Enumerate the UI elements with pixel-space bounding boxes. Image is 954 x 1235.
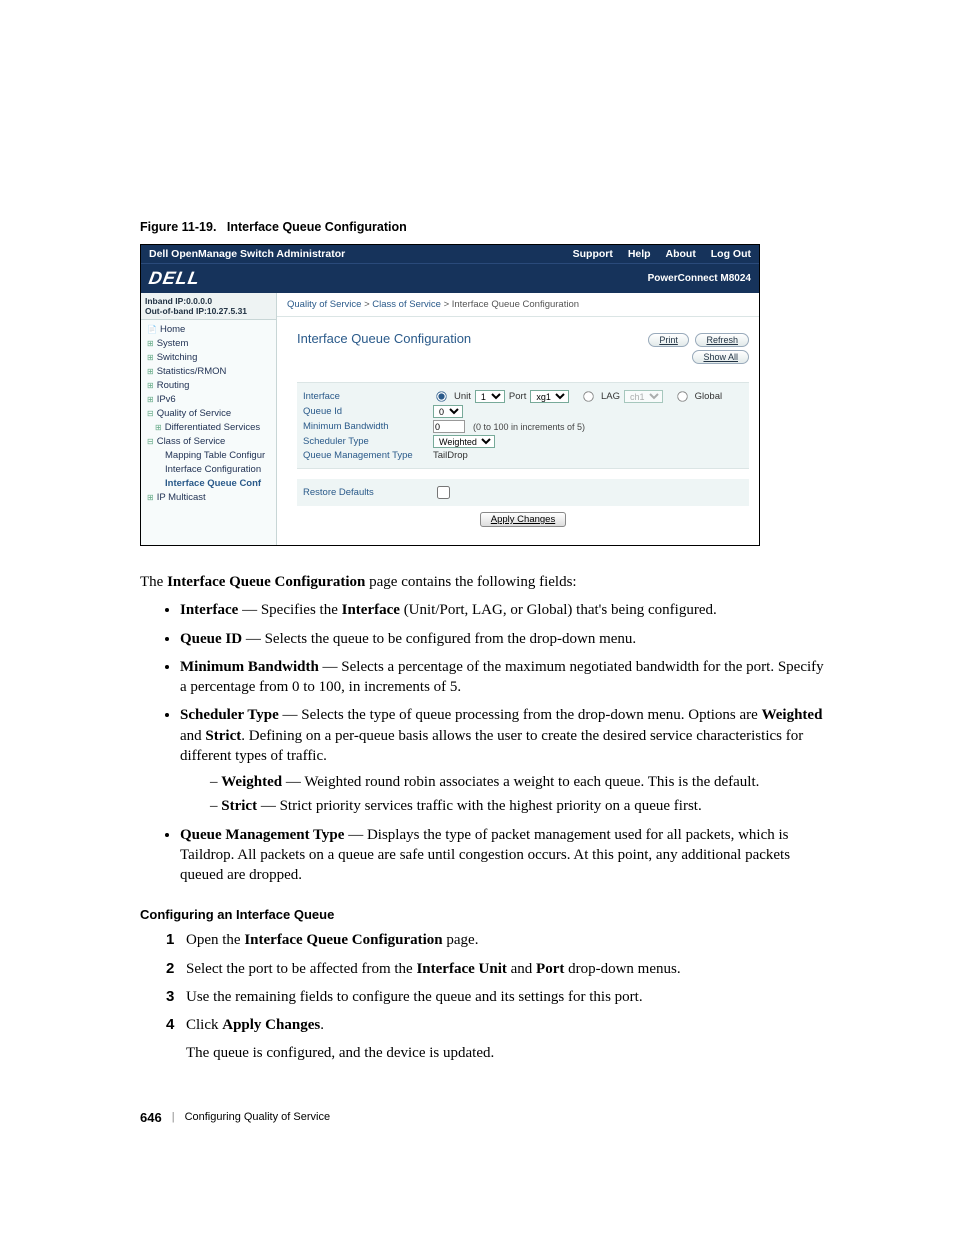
nav-stats[interactable]: Statistics/RMON <box>143 364 276 378</box>
step-2: Select the port to be affected from the … <box>166 959 834 979</box>
value-qmt: TailDrop <box>433 450 468 461</box>
page-number: 646 <box>140 1110 162 1125</box>
radio-lag[interactable] <box>583 391 593 401</box>
select-port[interactable]: xg1 <box>530 390 569 403</box>
nav-intf-queue[interactable]: Interface Queue Conf <box>143 476 276 490</box>
outofband-ip: Out-of-band IP:10.27.5.31 <box>145 306 272 316</box>
link-support[interactable]: Support <box>573 248 613 260</box>
step-4: Click Apply Changes. The queue is config… <box>166 1015 834 1064</box>
link-help[interactable]: Help <box>628 248 651 260</box>
product-name: PowerConnect M8024 <box>648 273 751 284</box>
print-button[interactable]: Print <box>648 333 689 347</box>
crumb-sep: > <box>444 299 452 310</box>
bullet-queueid: Queue ID — Selects the queue to be confi… <box>180 629 834 649</box>
select-lag[interactable]: ch1 <box>624 390 663 403</box>
nav-qos[interactable]: Quality of Service <box>143 406 276 420</box>
header-links: Support Help About Log Out <box>561 248 751 260</box>
dell-logo: DELL <box>149 268 200 289</box>
figure-caption: Figure 11-19. Interface Queue Configurat… <box>140 220 834 234</box>
bullet-weighted: Weighted — Weighted round robin associat… <box>210 772 834 792</box>
section-heading: Configuring an Interface Queue <box>140 907 834 922</box>
bullet-interface: Interface — Specifies the Interface (Uni… <box>180 600 834 620</box>
nav-cos[interactable]: Class of Service <box>143 434 276 448</box>
footer-title: Configuring Quality of Service <box>185 1111 331 1123</box>
panel-title: Interface Queue Configuration <box>297 331 471 346</box>
footer-sep: | <box>172 1111 175 1123</box>
nav-routing[interactable]: Routing <box>143 378 276 392</box>
bullet-qmt: Queue Management Type — Displays the typ… <box>180 825 834 886</box>
step-4-note: The queue is configured, and the device … <box>186 1043 834 1063</box>
page-footer: 646 | Configuring Quality of Service <box>140 1110 834 1125</box>
body-text: The Interface Queue Configuration page c… <box>140 572 834 1064</box>
form-area: Interface Unit 1 Port xg1 LAG ch1 <box>297 382 749 469</box>
link-logout[interactable]: Log Out <box>711 248 751 260</box>
nav-tree: Inband IP:0.0.0.0 Out-of-band IP:10.27.5… <box>141 293 277 545</box>
nav-intf-config[interactable]: Interface Configuration <box>143 462 276 476</box>
step-3: Use the remaining fields to configure th… <box>166 987 834 1007</box>
label-qmt: Queue Management Type <box>303 450 433 461</box>
step-1: Open the Interface Queue Configuration p… <box>166 930 834 950</box>
radio-global[interactable] <box>677 391 687 401</box>
label-unit: Unit <box>454 391 471 402</box>
label-minbw: Minimum Bandwidth <box>303 421 433 432</box>
label-lag: LAG <box>601 391 620 402</box>
ip-box: Inband IP:0.0.0.0 Out-of-band IP:10.27.5… <box>141 293 276 320</box>
bullet-sched: Scheduler Type — Selects the type of que… <box>180 705 834 816</box>
label-restore: Restore Defaults <box>303 487 433 498</box>
label-interface: Interface <box>303 391 433 402</box>
figure-label: Figure 11-19. <box>140 220 216 234</box>
nav-home[interactable]: Home <box>143 322 276 336</box>
select-queueid[interactable]: 0 <box>433 405 463 418</box>
crumb-qos[interactable]: Quality of Service <box>287 299 361 310</box>
label-port: Port <box>509 391 526 402</box>
radio-unit[interactable] <box>436 391 446 401</box>
nav-ipv6[interactable]: IPv6 <box>143 392 276 406</box>
panel-title-row: Interface Queue Configuration Print Refr… <box>297 325 749 374</box>
checkbox-restore[interactable] <box>437 486 450 499</box>
figure-title: Interface Queue Configuration <box>227 220 407 234</box>
select-unit[interactable]: 1 <box>475 390 505 403</box>
brand-bar: DELL PowerConnect M8024 <box>141 263 759 293</box>
app-title: Dell OpenManage Switch Administrator <box>149 248 345 260</box>
hint-minbw: (0 to 100 in increments of 5) <box>473 422 585 432</box>
select-sched[interactable]: Weighted <box>433 435 495 448</box>
label-queueid: Queue Id <box>303 406 433 417</box>
bullet-strict: Strict — Strict priority services traffi… <box>210 796 834 816</box>
app-titlebar: Dell OpenManage Switch Administrator Sup… <box>141 245 759 263</box>
nav-switching[interactable]: Switching <box>143 350 276 364</box>
nav-ipmulticast[interactable]: IP Multicast <box>143 490 276 504</box>
crumb-cos[interactable]: Class of Service <box>372 299 441 310</box>
label-global: Global <box>695 391 722 402</box>
inband-ip: Inband IP:0.0.0.0 <box>145 296 272 306</box>
intro: The Interface Queue Configuration page c… <box>140 572 834 592</box>
screenshot: Dell OpenManage Switch Administrator Sup… <box>140 244 760 546</box>
nav-diffserv[interactable]: Differentiated Services <box>143 420 276 434</box>
nav-mapping[interactable]: Mapping Table Configur <box>143 448 276 462</box>
nav-system[interactable]: System <box>143 336 276 350</box>
input-minbw[interactable] <box>433 420 465 433</box>
link-about[interactable]: About <box>666 248 696 260</box>
showall-button[interactable]: Show All <box>692 350 749 364</box>
crumb-current: Interface Queue Configuration <box>452 299 579 310</box>
breadcrumb: Quality of Service > Class of Service > … <box>277 293 759 317</box>
apply-button[interactable]: Apply Changes <box>480 512 566 527</box>
main-panel: Quality of Service > Class of Service > … <box>277 293 759 545</box>
refresh-button[interactable]: Refresh <box>695 333 749 347</box>
bullet-minbw: Minimum Bandwidth — Selects a percentage… <box>180 657 834 698</box>
label-sched: Scheduler Type <box>303 436 433 447</box>
